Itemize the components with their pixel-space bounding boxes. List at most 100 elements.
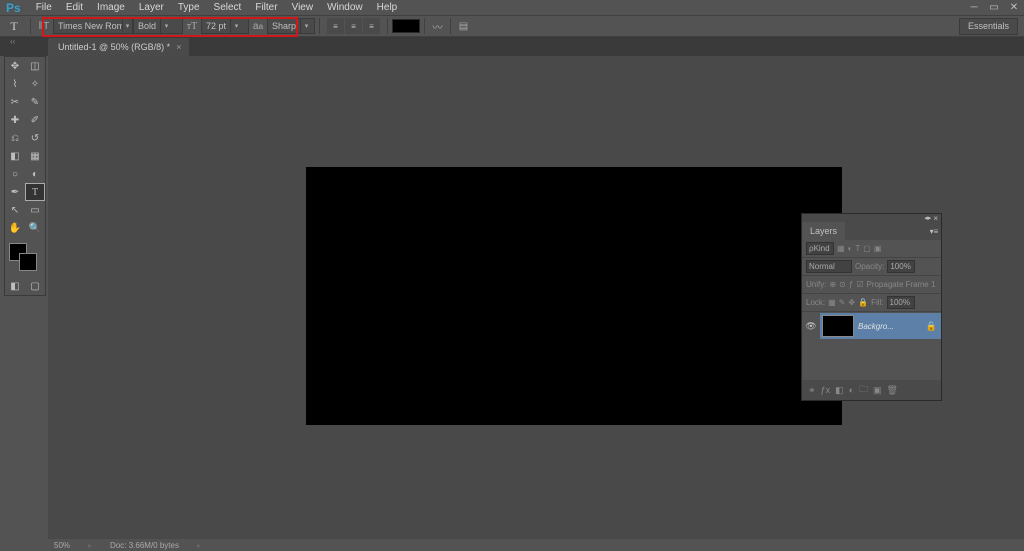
lock-pixel-icon[interactable]: ✎ — [839, 298, 846, 307]
color-swatches[interactable] — [5, 241, 45, 277]
menu-file[interactable]: File — [29, 2, 59, 13]
type-tool[interactable]: T — [25, 183, 45, 201]
chevron-down-icon: ▾ — [300, 19, 312, 33]
zoom-level[interactable]: 50% — [54, 541, 70, 550]
unify-vis-icon[interactable]: ⊙ — [839, 280, 846, 289]
link-layers-icon[interactable]: ⚭ — [808, 385, 816, 396]
close-tab-icon[interactable]: × — [176, 42, 181, 52]
unify-pos-icon[interactable]: ⊕ — [829, 280, 836, 289]
document-tab-title: Untitled-1 @ 50% (RGB/8) * — [58, 42, 170, 52]
lock-trans-icon[interactable]: ▦ — [828, 298, 836, 307]
layers-tab[interactable]: Layers — [802, 222, 845, 240]
text-color-swatch[interactable] — [392, 19, 420, 33]
collapse-icon[interactable]: ‹‹ — [10, 37, 15, 46]
anti-alias-icon: aa — [249, 18, 267, 34]
maximize-button[interactable]: ▭ — [984, 0, 1004, 15]
filter-shape-icon[interactable]: ▢ — [863, 244, 871, 253]
layer-lock-icon[interactable]: 🔒 — [926, 321, 937, 332]
blend-mode-dropdown[interactable]: Normal — [806, 260, 852, 273]
shape-tool[interactable]: ▭ — [25, 201, 45, 219]
options-bar: T ⦀T Times New Rom... ▾ Bold ▾ тT 72 pt … — [0, 15, 1024, 37]
magic-wand-tool[interactable]: ✧ — [25, 75, 45, 93]
menu-select[interactable]: Select — [207, 2, 249, 13]
new-fill-adj-icon[interactable]: ◐ — [849, 385, 854, 395]
panel-menu-icon[interactable]: ▾≡ — [927, 222, 941, 240]
quickmask-tool[interactable]: ◧ — [5, 277, 25, 295]
align-right-button[interactable]: ≡ — [363, 18, 380, 34]
propagate-label: Propagate Frame 1 — [866, 280, 935, 289]
unify-style-icon[interactable]: ƒ — [849, 280, 853, 289]
stamp-tool[interactable]: ⎌ — [5, 129, 25, 147]
filter-type-icon[interactable]: T — [855, 244, 860, 253]
layer-thumbnail[interactable] — [822, 315, 854, 337]
new-layer-icon[interactable]: ▣ — [873, 385, 882, 396]
filter-kind-dropdown[interactable]: ρ Kind — [806, 242, 834, 255]
delete-layer-icon[interactable]: 🗑 — [887, 385, 898, 396]
doc-info[interactable]: Doc: 3.66M/0 bytes — [110, 541, 179, 550]
add-mask-icon[interactable]: ◧ — [835, 385, 844, 396]
menu-filter[interactable]: Filter — [248, 2, 284, 13]
hand-tool[interactable]: ✋ — [5, 219, 25, 237]
fill-input[interactable]: 100% — [887, 296, 915, 309]
new-group-icon[interactable]: 🗀 — [859, 382, 868, 398]
zoom-tool[interactable]: 🔍 — [25, 219, 45, 237]
minimize-button[interactable]: ─ — [964, 0, 984, 15]
lasso-tool[interactable]: ⌇ — [5, 75, 25, 93]
close-button[interactable]: ✕ — [1004, 0, 1024, 15]
character-panel-button[interactable]: ▤ — [455, 18, 472, 34]
filter-smart-icon[interactable]: ▣ — [874, 244, 882, 253]
menu-type[interactable]: Type — [171, 2, 207, 13]
blur-tool[interactable]: ○ — [5, 165, 25, 183]
filter-pixel-icon[interactable]: ▦ — [837, 244, 845, 253]
menu-help[interactable]: Help — [370, 2, 405, 13]
workspace-dropdown[interactable]: Essentials — [959, 18, 1018, 35]
lock-label: Lock: — [806, 298, 825, 307]
dodge-tool[interactable]: ◐ — [25, 165, 45, 183]
unify-row: Unify: ⊕ ⊙ ƒ ☑ Propagate Frame 1 — [802, 276, 941, 294]
path-tool[interactable]: ↖ — [5, 201, 25, 219]
layer-item-background[interactable]: Backgro... 🔒 — [820, 313, 941, 339]
current-tool-icon[interactable]: T — [6, 18, 22, 34]
align-center-button[interactable]: ≡ — [345, 18, 362, 34]
background-color[interactable] — [19, 253, 37, 271]
font-size-dropdown[interactable]: 72 pt ▾ — [201, 18, 249, 34]
pen-tool[interactable]: ✒ — [5, 183, 25, 201]
opacity-input[interactable]: 100% — [887, 260, 915, 273]
font-style-value: Bold — [134, 21, 160, 31]
menu-image[interactable]: Image — [90, 2, 132, 13]
lock-pos-icon[interactable]: ✥ — [848, 298, 855, 307]
lock-all-icon[interactable]: 🔒 — [858, 298, 868, 307]
menu-view[interactable]: View — [285, 2, 321, 13]
layer-visibility-icon[interactable]: 👁 — [802, 321, 820, 332]
filter-adjust-icon[interactable]: ◐ — [848, 244, 853, 253]
menu-edit[interactable]: Edit — [59, 2, 90, 13]
layer-fx-icon[interactable]: ƒx — [821, 385, 831, 395]
menu-window[interactable]: Window — [320, 2, 370, 13]
healing-tool[interactable]: ✚ — [5, 111, 25, 129]
brush-tool[interactable]: ✐ — [25, 111, 45, 129]
marquee-tool[interactable]: ◫ — [25, 57, 45, 75]
eraser-tool[interactable]: ◧ — [5, 147, 25, 165]
layer-filter-row: ρ Kind ▦ ◐ T ▢ ▣ — [802, 240, 941, 258]
move-tool[interactable]: ✥ — [5, 57, 25, 75]
anti-alias-dropdown[interactable]: Sharp ▾ — [267, 18, 315, 34]
app-logo: Ps — [6, 1, 21, 15]
gradient-tool[interactable]: ▦ — [25, 147, 45, 165]
panel-handle[interactable]: ◂▸ × — [802, 214, 941, 222]
layer-name: Backgro... — [858, 322, 922, 331]
font-style-dropdown[interactable]: Bold ▾ — [133, 18, 183, 34]
menu-layer[interactable]: Layer — [132, 2, 171, 13]
history-brush-tool[interactable]: ↺ — [25, 129, 45, 147]
align-left-button[interactable]: ≡ — [327, 18, 344, 34]
layer-row[interactable]: 👁 Backgro... 🔒 — [802, 312, 941, 340]
crop-tool[interactable]: ✂ — [5, 93, 25, 111]
eyedropper-tool[interactable]: ✎ — [25, 93, 45, 111]
text-orientation-icon[interactable]: ⦀T — [35, 18, 53, 34]
screenmode-tool[interactable]: ▢ — [25, 277, 45, 295]
document-tab[interactable]: Untitled-1 @ 50% (RGB/8) * × — [48, 38, 189, 56]
warp-text-button[interactable]: 〰 — [429, 18, 446, 34]
collapse-arrow-icon[interactable]: ◂▸ — [924, 214, 931, 222]
font-family-dropdown[interactable]: Times New Rom... ▾ — [53, 18, 133, 34]
document-canvas[interactable] — [306, 167, 842, 425]
propagate-checkbox[interactable]: ☑ — [856, 280, 863, 289]
